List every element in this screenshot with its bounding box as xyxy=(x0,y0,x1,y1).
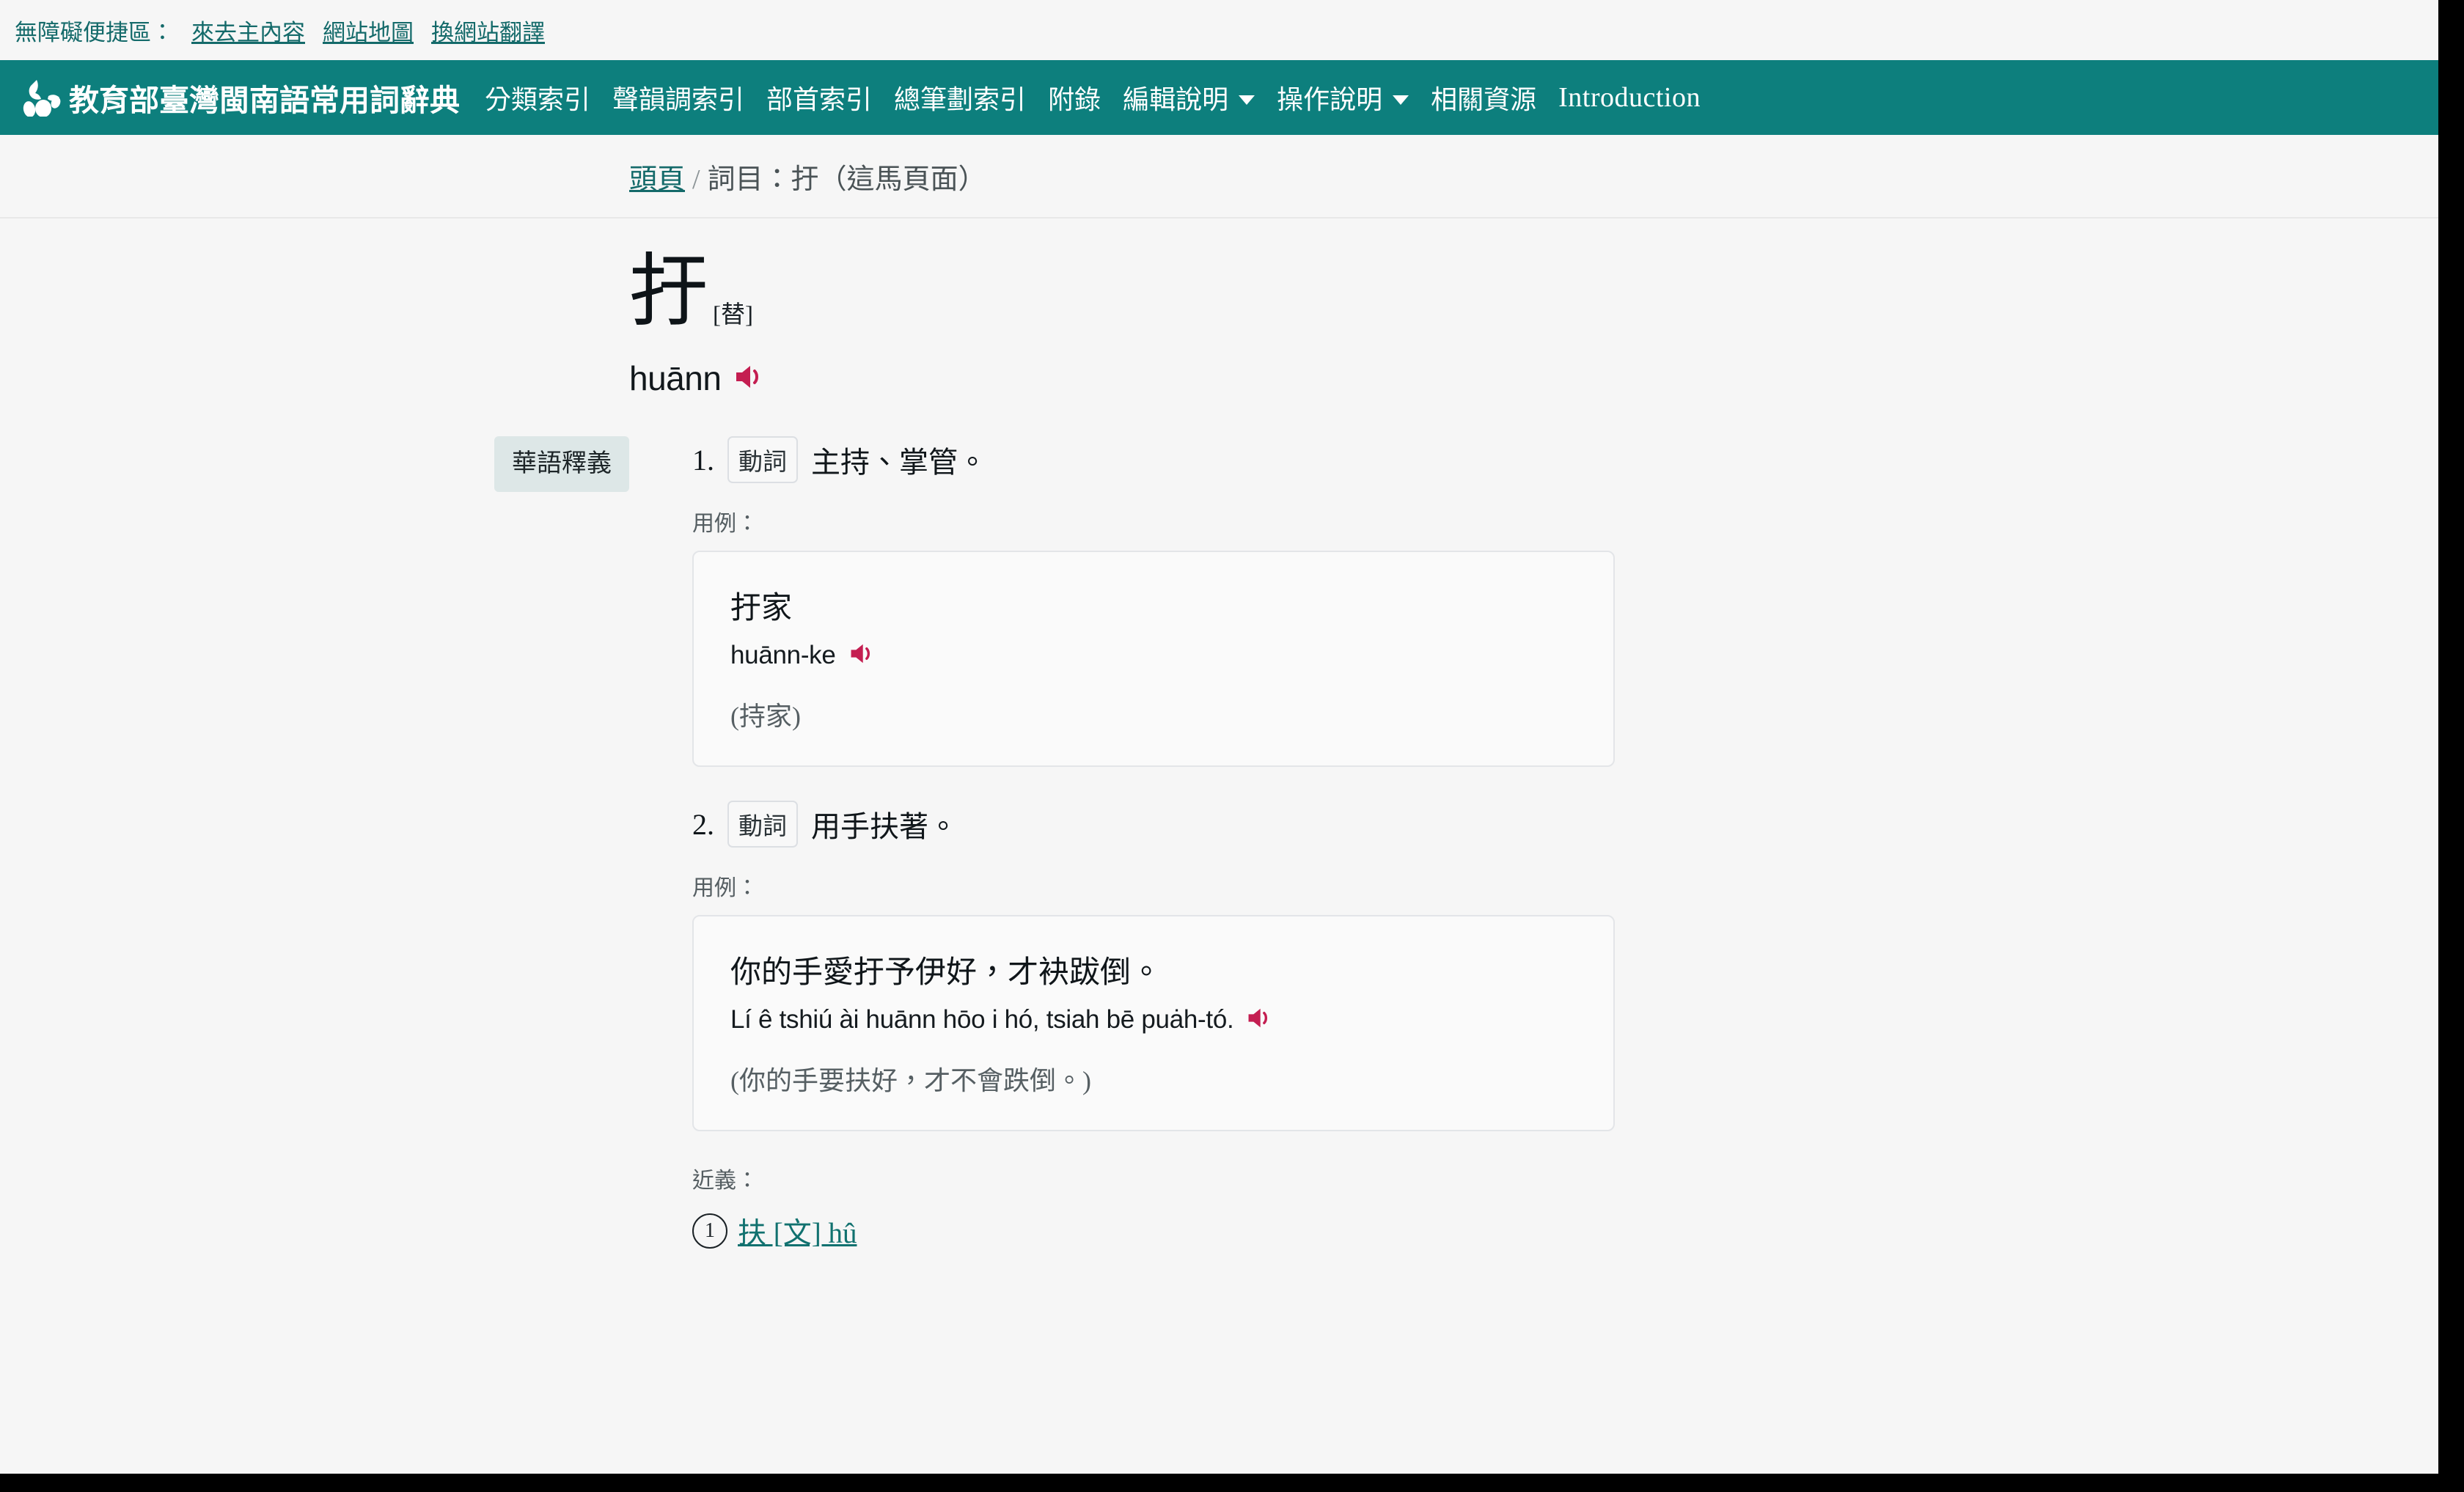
accessibility-label: 無障礙便捷區： xyxy=(15,19,174,45)
example-gloss: (你的手要扶好，才不會跌倒。) xyxy=(730,1066,1091,1096)
definitions-column: 1. 動詞 主持、掌管。 用例： 扜家 huānn-ke (持家) 2. 動詞 … xyxy=(629,436,2438,1285)
dictionary-entry: 扜 [替] huānn 華語釋義 1. 動詞 主持、掌管。 用例： 扜家 huā… xyxy=(0,218,2438,1285)
nav-item-stroke-index[interactable]: 總筆劃索引 xyxy=(894,78,1026,117)
brand-title: 教育部臺灣閩南語常用詞辭典 xyxy=(69,84,460,117)
example-box: 扜家 huānn-ke (持家) xyxy=(692,551,1615,768)
example-romanization-row: huānn-ke xyxy=(730,641,1577,670)
example-label: 用例： xyxy=(692,512,758,537)
chevron-down-icon xyxy=(1393,95,1409,105)
browser-viewport: 無障礙便捷區： 來去主內容 網站地圖 換網站翻譯 教育部臺灣閩南語常用詞辭典 分… xyxy=(0,0,2438,1474)
nav-item-label: 附錄 xyxy=(1048,85,1101,114)
definition-heading: 2. 動詞 用手扶著。 xyxy=(692,801,2438,848)
nav-item-radical-index[interactable]: 部首索引 xyxy=(766,78,872,117)
accessibility-link-main-content[interactable]: 來去主內容 xyxy=(191,14,305,47)
example-han-text: 扜家 xyxy=(730,592,793,626)
synonym-label: 近義： xyxy=(692,1169,758,1194)
part-of-speech-badge: 動詞 xyxy=(727,801,798,848)
page-title: 扜 xyxy=(629,249,709,336)
part-of-speech-badge: 動詞 xyxy=(727,436,798,484)
breadcrumb-home-link[interactable]: 頭頁 xyxy=(629,164,685,195)
nav-item-category-index[interactable]: 分類索引 xyxy=(485,78,590,117)
nav-item-appendix[interactable]: 附錄 xyxy=(1048,78,1101,117)
speaker-icon[interactable] xyxy=(1247,1007,1272,1032)
speaker-icon[interactable] xyxy=(734,364,763,393)
synonym-index-badge: 1 xyxy=(692,1213,727,1249)
definitions-section: 華語釋義 1. 動詞 主持、掌管。 用例： 扜家 huānn-ke (持家) 2… xyxy=(0,436,2438,1285)
example-romanization-row: Lí ê tshiú ài huānn hōo i hó, tsiah bē p… xyxy=(730,1005,1577,1035)
breadcrumb: 頭頁 / 詞目：扜（這馬頁面） xyxy=(629,156,986,196)
breadcrumb-separator: / xyxy=(692,163,700,195)
status-badge-mandarin-gloss: 華語釋義 xyxy=(494,436,629,493)
accessibility-link-translate[interactable]: 換網站翻譯 xyxy=(431,14,545,47)
flower-bird-logo-icon xyxy=(23,80,61,117)
nav-item-editorial-notes[interactable]: 編輯說明 xyxy=(1123,78,1255,117)
nav-item-label: 相關資源 xyxy=(1431,85,1537,114)
chevron-down-icon xyxy=(1239,95,1255,105)
navbar-items: 分類索引 聲韻調索引 部首索引 總筆劃索引 附錄 編輯說明 操作說明 相關資源 … xyxy=(485,78,1723,117)
brand-home-link[interactable]: 教育部臺灣閩南語常用詞辭典 xyxy=(19,76,460,120)
definition-number: 1. xyxy=(692,443,714,477)
accessibility-link-sitemap[interactable]: 網站地圖 xyxy=(323,14,414,47)
example-romanization: huānn-ke xyxy=(730,641,836,670)
definition-heading: 1. 動詞 主持、掌管。 xyxy=(692,436,2438,484)
nav-item-label: 編輯說明 xyxy=(1123,85,1229,114)
romanization-row: huānn xyxy=(629,359,2438,398)
accessibility-bar: 無障礙便捷區： 來去主內容 網站地圖 換網站翻譯 xyxy=(0,0,2438,60)
definition-text: 用手扶著。 xyxy=(811,810,958,844)
example-han-text: 你的手愛扜予伊好，才袂跋倒。 xyxy=(730,956,1162,991)
headword-row: 扜 [替] xyxy=(629,251,2438,334)
language-tag-column: 華語釋義 xyxy=(0,436,629,1285)
synonym-link[interactable]: 扶 [文] hû xyxy=(738,1210,857,1252)
nav-item-label: 操作說明 xyxy=(1277,85,1383,114)
nav-item-label: 總筆劃索引 xyxy=(894,85,1027,114)
nav-item-usage-notes[interactable]: 操作說明 xyxy=(1277,78,1409,117)
nav-item-label: 分類索引 xyxy=(485,85,591,114)
nav-item-label: 聲韻調索引 xyxy=(612,85,745,114)
definition-number: 2. xyxy=(692,807,714,841)
nav-item-label: 部首索引 xyxy=(766,85,873,114)
example-box: 你的手愛扜予伊好，才袂跋倒。 Lí ê tshiú ài huānn hōo i… xyxy=(692,915,1615,1132)
definition-text: 主持、掌管。 xyxy=(811,446,987,479)
headword-substitute-mark: [替] xyxy=(713,302,753,328)
example-romanization: Lí ê tshiú ài huānn hōo i hó, tsiah bē p… xyxy=(730,1005,1234,1035)
list-item: 1 扶 [文] hû xyxy=(692,1210,2438,1252)
definition-item: 1. 動詞 主持、掌管。 用例： 扜家 huānn-ke (持家) xyxy=(692,436,2438,768)
speaker-icon[interactable] xyxy=(849,643,874,668)
headword-romanization: huānn xyxy=(629,359,722,398)
example-gloss: (持家) xyxy=(730,702,801,732)
definition-item: 2. 動詞 用手扶著。 用例： 你的手愛扜予伊好，才袂跋倒。 Lí ê tshi… xyxy=(692,801,2438,1252)
breadcrumb-bar: 頭頁 / 詞目：扜（這馬頁面） xyxy=(0,135,2438,218)
breadcrumb-current: 詞目：扜（這馬頁面） xyxy=(707,163,986,195)
example-label: 用例： xyxy=(692,876,758,901)
nav-item-label: Introduction xyxy=(1558,82,1701,113)
nav-item-related-resources[interactable]: 相關資源 xyxy=(1431,78,1536,117)
nav-item-phonology-index[interactable]: 聲韻調索引 xyxy=(612,78,744,117)
nav-item-introduction[interactable]: Introduction xyxy=(1558,81,1701,114)
main-navbar: 教育部臺灣閩南語常用詞辭典 分類索引 聲韻調索引 部首索引 總筆劃索引 附錄 編… xyxy=(0,60,2438,135)
